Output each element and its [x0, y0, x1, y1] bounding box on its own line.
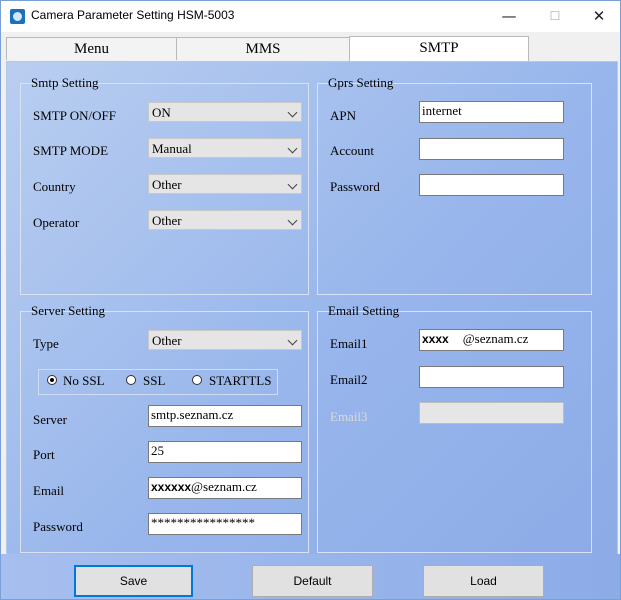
- server-password-field[interactable]: ****************: [148, 513, 302, 535]
- save-button[interactable]: Save: [74, 565, 193, 597]
- country-value: Other: [152, 177, 182, 192]
- smtp-onoff-select[interactable]: ON: [148, 102, 302, 122]
- type-label: Type: [33, 336, 59, 351]
- server-setting-title: Server Setting: [31, 303, 106, 318]
- tab-menu[interactable]: Menu: [6, 37, 177, 60]
- email-label: Email: [33, 483, 65, 498]
- type-value: Other: [152, 333, 182, 348]
- minimize-button[interactable]: —: [486, 1, 532, 32]
- operator-select[interactable]: Other: [148, 210, 302, 230]
- gprs-password-label: Password: [330, 179, 380, 194]
- port-field[interactable]: 25: [148, 441, 302, 463]
- tab-mms[interactable]: MMS: [176, 37, 350, 60]
- email2-field[interactable]: [419, 366, 564, 388]
- server-field[interactable]: smtp.seznam.cz: [148, 405, 302, 427]
- smtp-mode-label: SMTP MODE: [33, 143, 109, 158]
- close-button[interactable]: ✕: [576, 1, 620, 32]
- email1-label: Email1: [330, 336, 368, 351]
- tab-smtp[interactable]: SMTP: [349, 36, 529, 61]
- smtp-mode-select[interactable]: Manual: [148, 138, 302, 158]
- ssl-radio-group: No SSL SSL STARTTLS: [38, 369, 278, 395]
- email1-field[interactable]: xxxx @seznam.cz: [419, 329, 564, 351]
- country-select[interactable]: Other: [148, 174, 302, 194]
- apn-label: APN: [330, 108, 357, 123]
- chevron-down-icon: [287, 335, 298, 346]
- port-label: Port: [33, 447, 55, 462]
- starttls-radio[interactable]: [192, 375, 202, 385]
- tab-bar: Menu MMS SMTP: [6, 36, 616, 61]
- gprs-setting-title: Gprs Setting: [328, 75, 394, 90]
- account-field[interactable]: [419, 138, 564, 160]
- gprs-password-field[interactable]: [419, 174, 564, 196]
- smtp-onoff-label: SMTP ON/OFF: [33, 108, 116, 123]
- server-label: Server: [33, 412, 67, 427]
- apn-field[interactable]: internet: [419, 101, 564, 123]
- smtp-mode-value: Manual: [152, 141, 192, 156]
- camera-app-icon: [10, 9, 25, 24]
- server-password-label: Password: [33, 519, 83, 534]
- smtp-setting-title: Smtp Setting: [31, 75, 99, 90]
- email2-label: Email2: [330, 372, 368, 387]
- country-label: Country: [33, 179, 76, 194]
- default-button[interactable]: Default: [252, 565, 373, 597]
- chevron-down-icon: [287, 215, 298, 226]
- chevron-down-icon: [287, 107, 298, 118]
- email3-label: Email3: [330, 409, 368, 424]
- operator-value: Other: [152, 213, 182, 228]
- email-setting-title: Email Setting: [328, 303, 400, 318]
- ssl-label: SSL: [143, 373, 166, 388]
- load-button[interactable]: Load: [423, 565, 544, 597]
- chevron-down-icon: [287, 179, 298, 190]
- operator-label: Operator: [33, 215, 80, 230]
- maximize-button[interactable]: ☐: [532, 1, 578, 32]
- account-label: Account: [330, 143, 375, 158]
- email1-domain: @seznam.cz: [462, 331, 529, 346]
- app-window: Camera Parameter Setting HSM-5003 — ☐ ✕ …: [0, 0, 621, 600]
- window-title: Camera Parameter Setting HSM-5003: [31, 8, 235, 22]
- email-redacted-user: xxxxxx: [151, 480, 192, 494]
- chevron-down-icon: [287, 143, 298, 154]
- email-field[interactable]: xxxxxx@seznam.cz: [148, 477, 302, 499]
- smtp-onoff-value: ON: [152, 105, 171, 120]
- title-bar: Camera Parameter Setting HSM-5003 — ☐ ✕: [1, 1, 620, 32]
- type-select[interactable]: Other: [148, 330, 302, 350]
- ssl-radio[interactable]: [126, 375, 136, 385]
- no-ssl-radio[interactable]: [47, 375, 57, 385]
- no-ssl-label: No SSL: [63, 373, 105, 388]
- email1-redacted-user: xxxx: [422, 332, 449, 346]
- email-domain: @seznam.cz: [191, 479, 257, 494]
- starttls-label: STARTTLS: [209, 373, 272, 388]
- email3-field: [419, 402, 564, 424]
